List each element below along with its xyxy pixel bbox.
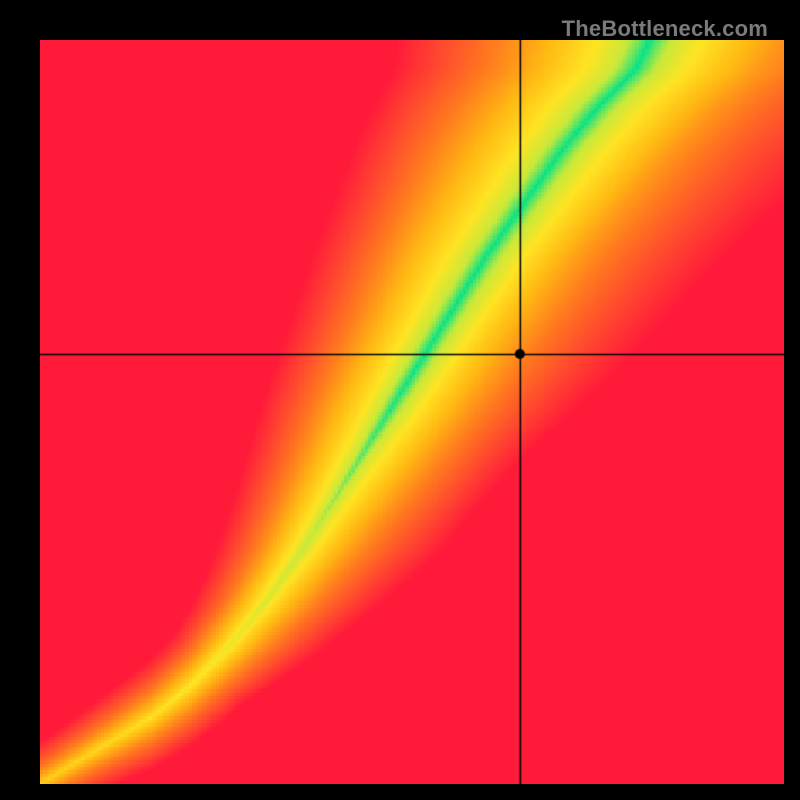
heatmap-plot [40, 40, 784, 784]
watermark-text: TheBottleneck.com [562, 16, 768, 42]
heatmap-canvas [40, 40, 784, 784]
chart-frame: TheBottleneck.com [12, 12, 788, 788]
